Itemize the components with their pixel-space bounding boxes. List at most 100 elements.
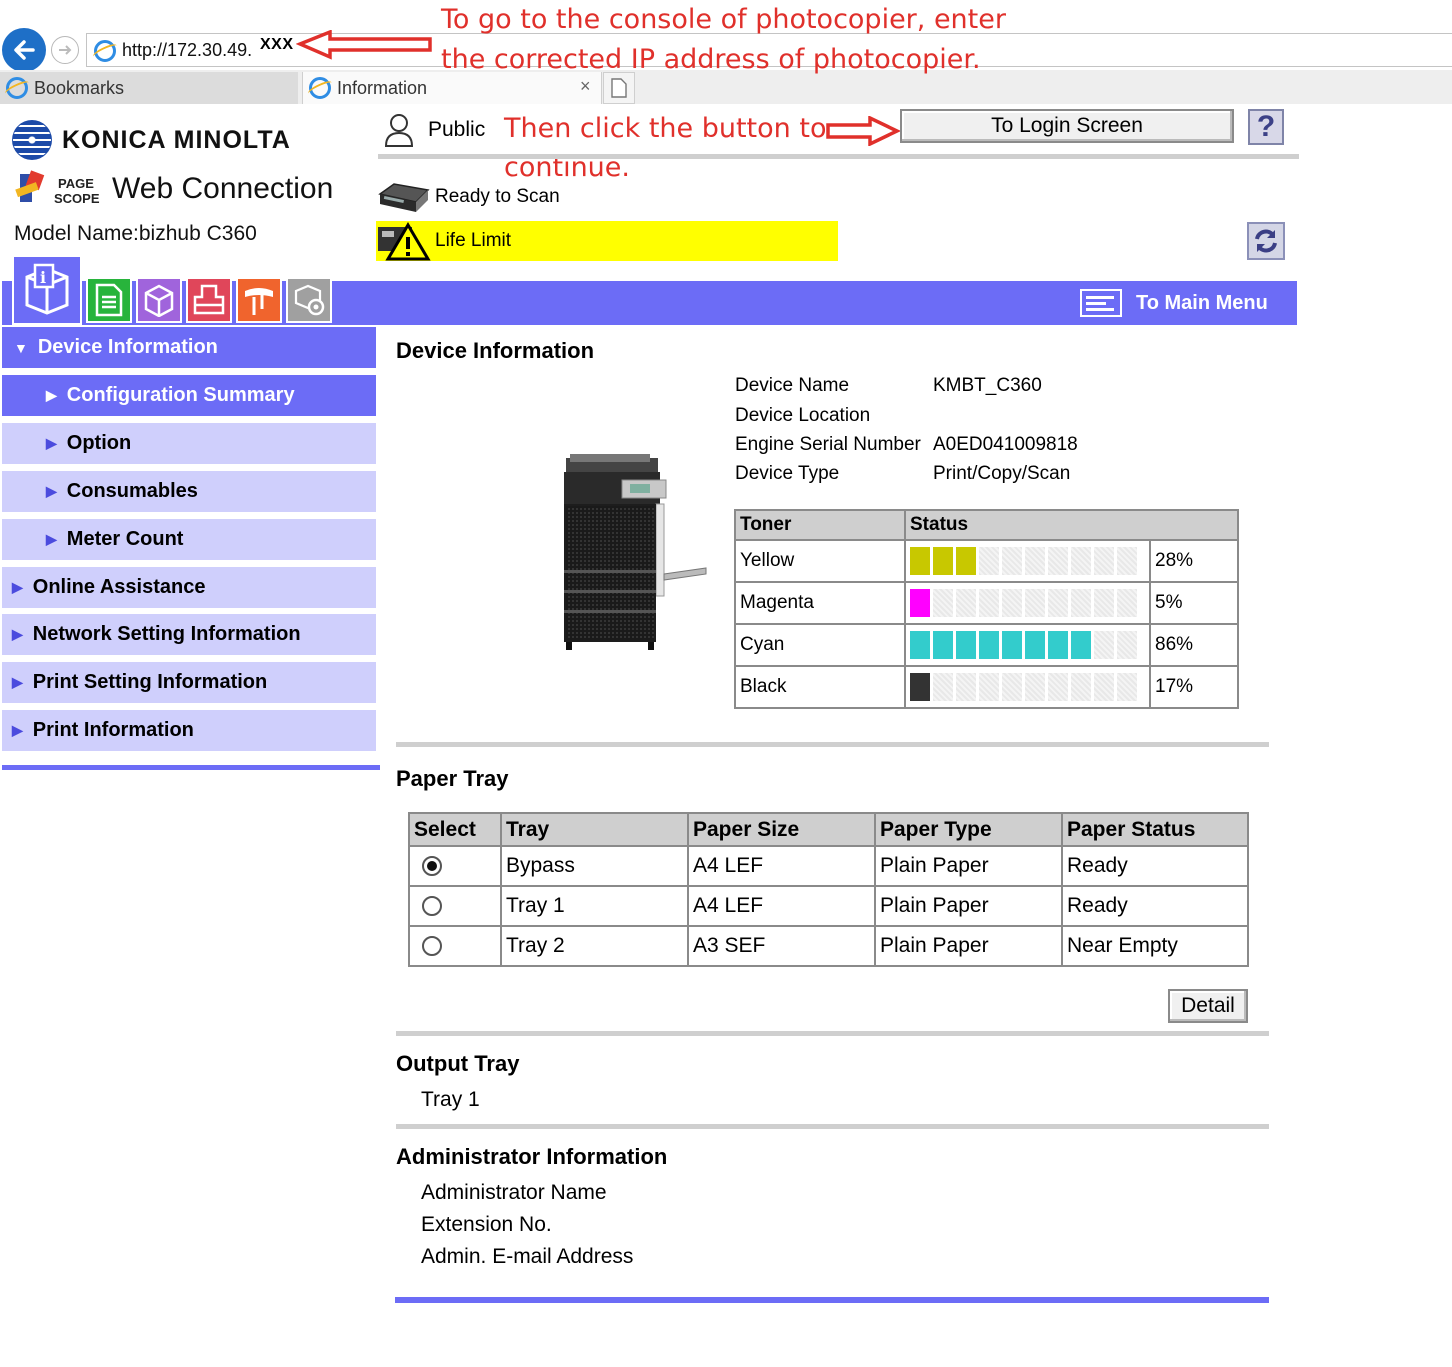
triangle-right-icon: ▶ [12, 626, 23, 642]
to-login-screen-button[interactable]: To Login Screen [900, 109, 1234, 143]
toner-segment-empty [1048, 673, 1068, 701]
toner-gauge [904, 623, 1151, 667]
toner-gauge [904, 665, 1151, 709]
annotation-line3: Then click the button to [504, 113, 827, 144]
triangle-down-icon: ▼ [14, 339, 28, 356]
select-cell [408, 845, 502, 887]
new-tab-button[interactable] [603, 72, 635, 104]
paper-size-column-header: Paper Size [687, 812, 876, 847]
toner-segment-empty [1048, 589, 1068, 617]
device-name-label: Device Name [735, 375, 850, 396]
sidebar-item-meter-count[interactable]: ▶ Meter Count [2, 519, 376, 563]
table-row: Bypass A4 LEF Plain Paper Ready [408, 845, 1249, 887]
toner-segment-empty [1071, 673, 1091, 701]
tray-radio-tray-2[interactable] [422, 936, 442, 957]
tab-information[interactable]: Information [302, 72, 602, 104]
sidebar-item-network-setting-information[interactable]: ▶ Network Setting Information [2, 614, 376, 658]
toner-percent: 28% [1149, 539, 1239, 583]
tab-bookmarks[interactable]: Bookmarks [0, 72, 298, 104]
back-button[interactable] [2, 28, 46, 72]
paper-type-cell: Plain Paper [874, 845, 1063, 887]
ie-favicon-icon [94, 40, 116, 62]
to-main-menu-link[interactable]: To Main Menu [1080, 289, 1268, 317]
triangle-right-icon: ▶ [46, 435, 57, 451]
tab-job[interactable] [86, 277, 132, 323]
toner-segment-empty [1002, 547, 1022, 575]
tray-cell: Tray 2 [500, 925, 689, 967]
section-divider [396, 1124, 1269, 1129]
toner-segment-empty [1094, 631, 1114, 659]
select-cell [408, 925, 502, 967]
toner-segment-empty [956, 589, 976, 617]
device-type-label: Device Type [735, 463, 840, 484]
triangle-right-icon: ▶ [12, 579, 23, 595]
tab-direct-print[interactable] [186, 277, 232, 323]
scan-status: Ready to Scan [435, 186, 560, 207]
toner-segment-empty [1117, 673, 1137, 701]
tab-box[interactable] [136, 277, 182, 323]
tab-information[interactable]: i [12, 255, 82, 325]
admin-email-label: Admin. E-mail Address [421, 1245, 634, 1268]
forward-button[interactable] [51, 36, 79, 64]
toner-segment-filled [910, 589, 930, 617]
scanner-icon [378, 183, 430, 212]
tab-settings[interactable] [286, 277, 332, 323]
photocopier-image-icon [564, 454, 707, 650]
pagescope-text-scope: SCOPE [54, 191, 100, 206]
toner-segment-filled [910, 631, 930, 659]
refresh-button[interactable] [1247, 222, 1285, 260]
administrator-information-heading: Administrator Information [396, 1144, 668, 1169]
toner-segment-empty [1025, 673, 1045, 701]
toner-name: Black [734, 665, 906, 709]
toner-gauge [904, 539, 1151, 583]
toner-gauge [904, 581, 1151, 625]
ie-favicon-icon [6, 77, 28, 99]
box-icon [144, 284, 174, 317]
triangle-right-icon: ▶ [12, 722, 23, 738]
product-name: Web Connection [112, 172, 334, 205]
address-url[interactable]: http://172.30.49. [122, 40, 252, 61]
direct-print-icon [193, 284, 225, 315]
sidebar-item-label: Device Information [37, 336, 218, 358]
sidebar-item-print-information[interactable]: ▶ Print Information [2, 710, 376, 754]
toner-segment-empty [1025, 589, 1045, 617]
sidebar-item-print-setting-information[interactable]: ▶ Print Setting Information [2, 662, 376, 706]
toner-segment-filled [956, 547, 976, 575]
paper-type-cell: Plain Paper [874, 885, 1063, 927]
detail-button[interactable]: Detail [1168, 989, 1248, 1023]
address-masked-suffix: XXX [260, 36, 294, 53]
tray-radio-tray-1[interactable] [422, 896, 442, 917]
toner-column-header: Toner [734, 509, 906, 541]
toner-segment-empty [1094, 547, 1114, 575]
sidebar-item-label: Print Setting Information [32, 671, 268, 693]
tray-radio-bypass[interactable] [422, 856, 442, 877]
annotation-arrow-right-icon [826, 116, 900, 146]
tab-store-address[interactable] [236, 277, 282, 323]
sidebar-item-option[interactable]: ▶ Option [2, 423, 376, 467]
toner-segment-filled [933, 631, 953, 659]
tab-close-icon[interactable]: × [580, 76, 591, 97]
sidebar-item-online-assistance[interactable]: ▶ Online Assistance [2, 567, 376, 611]
triangle-right-icon: ▶ [46, 483, 57, 499]
paper-tray-heading: Paper Tray [396, 766, 509, 791]
store-address-icon [245, 288, 273, 315]
extension-no-label: Extension No. [421, 1213, 552, 1236]
toner-row: Yellow 28% [734, 539, 1239, 583]
forward-arrow-icon [59, 45, 72, 55]
sidebar-item-device-information[interactable]: ▼ Device Information [2, 327, 376, 371]
back-arrow-icon [14, 40, 35, 60]
toner-segment-filled [1025, 631, 1045, 659]
paper-tray-table: Select Tray Paper Size Paper Type Paper … [408, 812, 1249, 967]
status-column-header: Status [904, 509, 1239, 541]
toner-segment-filled [933, 547, 953, 575]
device-location-label: Device Location [735, 405, 871, 426]
help-button[interactable]: ? [1248, 109, 1284, 145]
pagescope-logo-icon: PAGE SCOPE [15, 170, 100, 206]
table-row: Tray 2 A3 SEF Plain Paper Near Empty [408, 925, 1249, 967]
refresh-icon [1255, 229, 1277, 253]
toner-segment-filled [1071, 631, 1091, 659]
sidebar-item-consumables[interactable]: ▶ Consumables [2, 471, 376, 515]
sidebar-item-configuration-summary[interactable]: ▶ Configuration Summary [2, 375, 376, 419]
device-information-heading: Device Information [396, 338, 595, 363]
triangle-right-icon: ▶ [12, 674, 23, 690]
